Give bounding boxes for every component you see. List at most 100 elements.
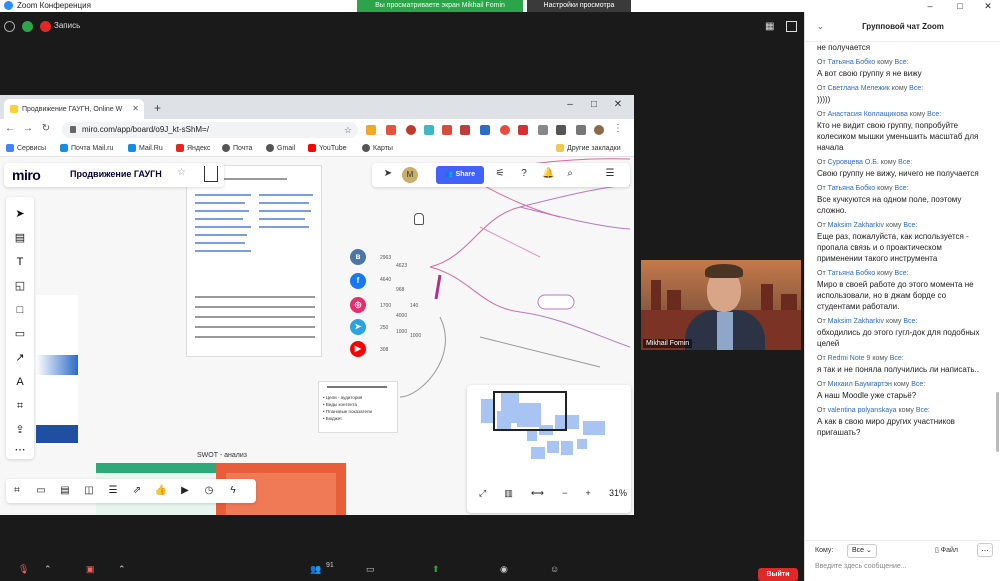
extension-adblock-icon[interactable]: [406, 125, 416, 135]
sender-name[interactable]: Светлана Мележик: [828, 85, 890, 92]
forward-icon[interactable]: →: [22, 123, 34, 137]
sender-name[interactable]: Татьяна Бобко: [828, 270, 876, 277]
sender-name[interactable]: Maksim Zakharkiv: [828, 222, 884, 229]
reload-icon[interactable]: ↻: [40, 123, 52, 137]
avatar[interactable]: M: [402, 167, 418, 183]
chat-scrollbar[interactable]: [996, 392, 999, 452]
sender-name[interactable]: Анастасия Коллащикова: [828, 111, 908, 118]
share-screen-icon[interactable]: ⬆: [432, 564, 440, 575]
video-off-icon[interactable]: ▣: [86, 564, 95, 575]
mic-muted-icon[interactable]: 🎙: [18, 564, 29, 575]
audio-options-chevron-icon[interactable]: ⌃: [44, 564, 52, 575]
file-button[interactable]: ▯ Файл: [935, 546, 958, 554]
new-tab-icon[interactable]: +: [154, 101, 161, 115]
export-icon[interactable]: [204, 166, 218, 182]
cursor-icon[interactable]: ➤: [13, 207, 27, 221]
bookmark-pochta[interactable]: Почта: [222, 144, 252, 152]
browser-maximize-icon[interactable]: □: [584, 99, 604, 113]
miro-board-canvas[interactable]: в f ◎ ➤ ▶ 2963 4623 4640 968 1700 4000 1…: [0, 157, 634, 515]
bookmark-youtube[interactable]: YouTube: [308, 144, 347, 152]
message-input[interactable]: Введите здесь сообщение...: [815, 563, 907, 570]
share-button[interactable]: 👥 Share: [436, 166, 484, 184]
upload-icon[interactable]: ⇪: [13, 423, 27, 437]
settings-sliders-icon[interactable]: ⚟: [494, 168, 506, 180]
extension-icon[interactable]: [460, 125, 470, 135]
recipient-select[interactable]: Все ⌄: [847, 544, 877, 558]
extension-rss-icon[interactable]: [366, 125, 376, 135]
minimap-viewport[interactable]: [493, 391, 567, 431]
screenshare-icon[interactable]: ⇗: [130, 484, 144, 498]
bookmark-services[interactable]: Сервисы: [6, 144, 46, 152]
marker-icon[interactable]: A: [13, 375, 27, 389]
leave-button[interactable]: Выйти: [758, 568, 798, 581]
fit-screen-icon[interactable]: ⤢: [479, 488, 486, 499]
document-card[interactable]: [186, 165, 322, 357]
extension-icon[interactable]: [556, 125, 566, 135]
board-menu-icon[interactable]: ☰: [604, 168, 616, 180]
map-icon[interactable]: ▥: [504, 488, 513, 499]
sender-name[interactable]: Татьяна Бобко: [828, 185, 876, 192]
notifications-bell-icon[interactable]: 🔔: [542, 168, 554, 180]
bookmark-other[interactable]: Другие закладки: [556, 144, 621, 152]
chat-icon[interactable]: ▤: [58, 484, 72, 498]
extension-new-icon[interactable]: [480, 125, 490, 135]
crop-icon[interactable]: ⌗: [13, 399, 27, 413]
comments-icon[interactable]: ▭: [34, 484, 48, 498]
frames-icon[interactable]: ⌗: [10, 484, 24, 498]
record-button-icon[interactable]: ◉: [500, 564, 508, 575]
fullscreen-icon[interactable]: [786, 21, 797, 32]
more-icon[interactable]: ⋯: [13, 443, 27, 457]
extension-icon[interactable]: [424, 125, 434, 135]
zoom-in-button[interactable]: +: [586, 488, 591, 498]
bookmark-maps[interactable]: Карты: [362, 144, 393, 152]
search-icon[interactable]: ⌕: [564, 168, 576, 180]
extension-icon[interactable]: [386, 125, 396, 135]
video-options-chevron-icon[interactable]: ⌃: [118, 564, 126, 575]
minimap[interactable]: ⤢ ▥ ⟷ − + 31%: [467, 385, 631, 513]
browser-close-icon[interactable]: ✕: [608, 99, 628, 113]
lightning-icon[interactable]: ϟ: [226, 484, 240, 498]
back-icon[interactable]: ←: [4, 123, 16, 137]
grid-view-icon[interactable]: ▦: [765, 22, 775, 32]
list-card[interactable]: • Цели - аудитория • Виды контента • Пла…: [318, 381, 398, 433]
extension-icon[interactable]: [538, 125, 548, 135]
extension-icon[interactable]: [518, 125, 528, 135]
favorite-star-icon[interactable]: ☆: [177, 167, 186, 178]
bookmark-star-icon[interactable]: ☆: [344, 122, 352, 138]
like-icon[interactable]: 👍: [154, 484, 168, 498]
browser-menu-icon[interactable]: ⋮: [612, 123, 624, 137]
shield-icon[interactable]: [22, 21, 33, 32]
sender-name[interactable]: valentina polyanskaya: [828, 407, 897, 414]
close-icon[interactable]: ✕: [978, 0, 998, 12]
sender-name[interactable]: Михаил Баумгартэн: [828, 381, 892, 388]
bookmark-mailru[interactable]: Mail.Ru: [128, 144, 163, 152]
bookmark-mailru-mail[interactable]: Почта Mail.ru: [60, 144, 113, 152]
miro-logo[interactable]: miro: [12, 167, 41, 183]
chat-messages[interactable]: не получается От Татьяна Бобко кому Все: А…: [805, 42, 995, 540]
cards-icon[interactable]: ◫: [82, 484, 96, 498]
reactions-icon[interactable]: ☺: [550, 564, 559, 574]
extension-icon[interactable]: [442, 125, 452, 135]
board-name[interactable]: Продвижение ГАУГН: [70, 169, 162, 179]
bookmark-yandex[interactable]: Яндекс: [176, 144, 211, 152]
text-icon[interactable]: T: [13, 255, 27, 269]
participants-icon[interactable]: 👥: [310, 564, 321, 575]
timer-icon[interactable]: ◷: [202, 484, 216, 498]
sender-name[interactable]: Суровцева О.Б.: [828, 159, 879, 166]
info-icon[interactable]: [4, 21, 15, 32]
bookmark-gmail[interactable]: Gmail: [266, 144, 295, 152]
pen-icon[interactable]: ↗: [13, 351, 27, 365]
profile-avatar[interactable]: [594, 125, 604, 135]
browser-minimize-icon[interactable]: –: [560, 99, 580, 113]
list-icon[interactable]: ☰: [106, 484, 120, 498]
fit-width-icon[interactable]: ⟷: [531, 488, 544, 499]
maximize-icon[interactable]: □: [950, 0, 970, 12]
more-options-icon[interactable]: …: [977, 543, 993, 557]
frame-icon[interactable]: ▤: [13, 231, 27, 245]
browser-tab[interactable]: Продвижение ГАУГН, Online W ✕: [4, 99, 144, 119]
image-card[interactable]: [36, 295, 78, 445]
chat-bubble-icon[interactable]: ▭: [366, 564, 375, 575]
tab-close-icon[interactable]: ✕: [132, 104, 139, 113]
view-options-button[interactable]: Настройки просмотра: [527, 0, 631, 12]
sender-name[interactable]: Maksim Zakharkiv: [828, 318, 884, 325]
